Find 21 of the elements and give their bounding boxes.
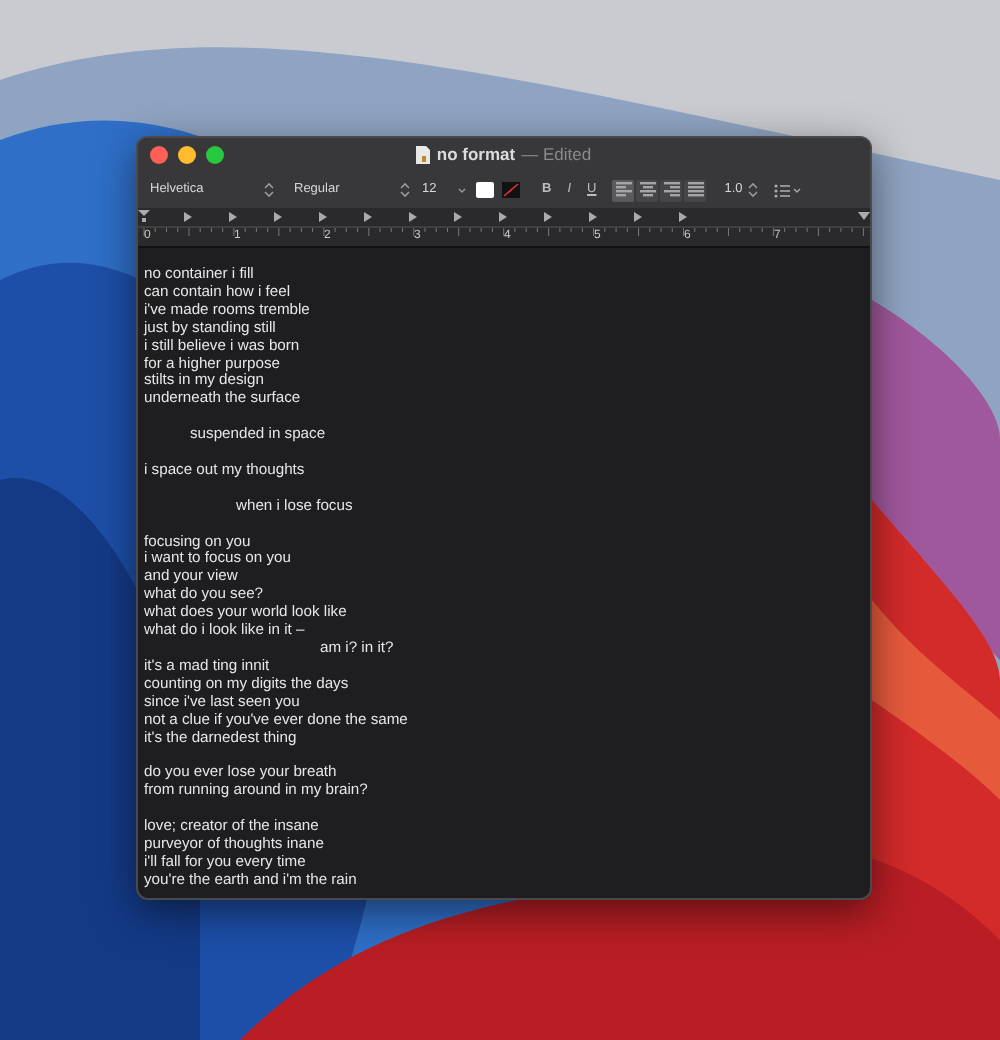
caret-icon — [458, 187, 466, 193]
document-icon — [416, 146, 431, 164]
align-icon — [639, 182, 656, 198]
align-icon — [687, 182, 704, 198]
edited-status: — Edited — [521, 142, 592, 168]
alignment-button[interactable] — [684, 179, 707, 201]
align-icon — [615, 182, 632, 198]
alignment-button[interactable] — [612, 179, 635, 201]
minimize-button[interactable] — [178, 146, 196, 164]
close-button[interactable] — [150, 146, 168, 164]
zoom-button[interactable] — [206, 146, 224, 164]
align-icon — [663, 182, 680, 198]
stepper-icon — [748, 182, 759, 198]
background-color-well[interactable] — [502, 182, 520, 198]
window-title: no format — [436, 142, 516, 168]
text-color-well[interactable] — [476, 182, 494, 198]
stepper-icon — [400, 182, 410, 198]
list-icon[interactable] — [774, 183, 803, 197]
alignment-button[interactable] — [636, 179, 659, 201]
alignment-button[interactable] — [660, 179, 683, 201]
stepper-icon — [264, 182, 274, 198]
